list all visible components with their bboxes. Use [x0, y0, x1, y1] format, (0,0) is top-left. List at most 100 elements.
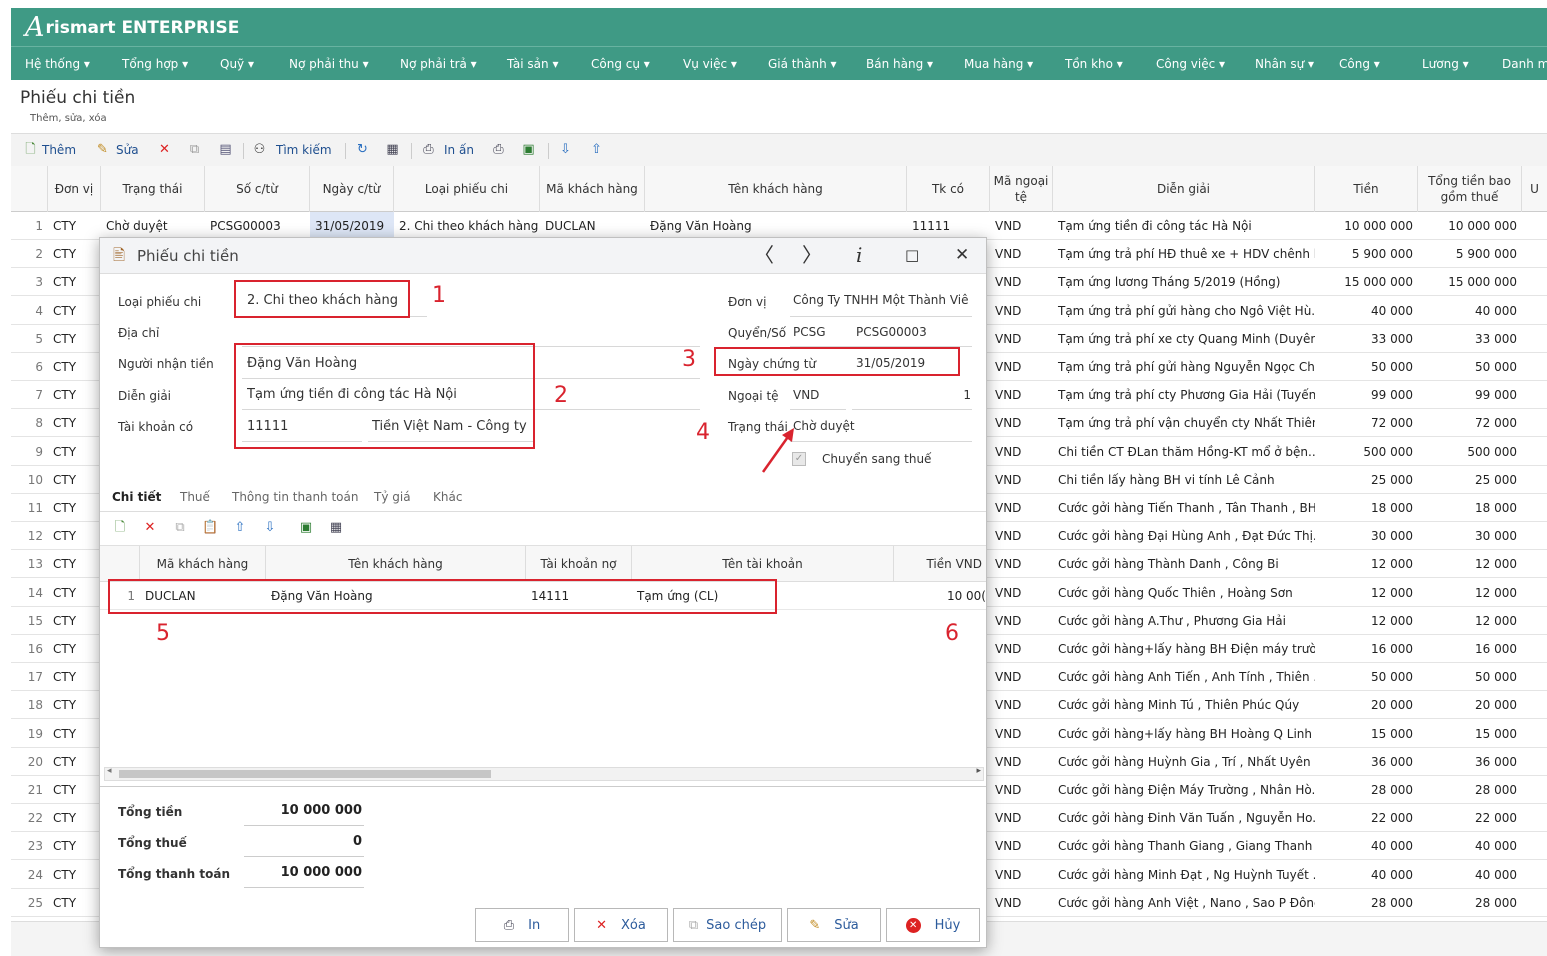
tong-thue-label: Tổng thuế [118, 836, 187, 850]
col-ten-khach-hang[interactable]: Tên khách hàng [645, 166, 907, 212]
menu-ton-kho[interactable]: Tồn kho ▾ [1065, 57, 1123, 71]
search-button[interactable]: Tìm kiếm [276, 143, 332, 157]
copy-row-icon[interactable]: ⧉ [172, 520, 188, 536]
menu-gia-thanh[interactable]: Giá thành ▾ [768, 57, 837, 71]
paste-icon[interactable]: 📋 [202, 520, 218, 536]
col-dien-giai[interactable]: Diễn giải [1053, 166, 1315, 212]
add-button[interactable]: Thêm [42, 143, 76, 157]
col-trang-thai[interactable]: Trạng thái [101, 166, 205, 212]
quyen-field[interactable]: PCSG [793, 325, 843, 339]
move-up-icon[interactable]: ⇧ [232, 520, 248, 536]
copy-dialog-button[interactable]: ⧉ Sao chép [673, 908, 782, 942]
scrollbar-thumb[interactable] [119, 770, 491, 778]
cell-tien: 12 000 [1371, 585, 1413, 600]
scroll-right-icon[interactable]: ▸ [976, 766, 981, 776]
col-so-ctu[interactable]: Số c/từ [205, 166, 310, 212]
add-row-icon[interactable]: 🗋 [112, 520, 128, 536]
print-dialog-button[interactable]: ⎙ In [475, 908, 569, 942]
detail-col-tk-no[interactable]: Tài khoản nợ [526, 546, 632, 582]
detail-col-ma-kh[interactable]: Mã khách hàng [140, 546, 266, 582]
refresh-icon[interactable]: ↻ [355, 142, 370, 157]
scroll-left-icon[interactable]: ◂ [107, 766, 112, 776]
menu-vu-viec[interactable]: Vụ việc ▾ [683, 57, 737, 71]
ty-gia-field[interactable]: 1 [955, 388, 971, 402]
tab-thue[interactable]: Thuế [180, 490, 210, 504]
detail-col-ten-kh[interactable]: Tên khách hàng [266, 546, 526, 582]
annotation-box-5 [108, 579, 777, 614]
excel-icon[interactable]: ▣ [521, 142, 536, 157]
col-loai-phieu-chi[interactable]: Loại phiếu chi [394, 166, 540, 212]
menu-cong-cu[interactable]: Công cụ ▾ [591, 57, 650, 71]
detail-col-tien-vnd[interactable]: Tiền VND [894, 546, 986, 582]
menu-tai-san[interactable]: Tài sản ▾ [507, 57, 558, 71]
menu-ban-hang[interactable]: Bán hàng ▾ [866, 57, 933, 71]
menu-tong-hop[interactable]: Tổng hợp ▾ [122, 57, 188, 71]
tab-chi-tiet[interactable]: Chi tiết [112, 490, 161, 504]
delete-dialog-button[interactable]: ✕ Xóa [574, 908, 668, 942]
col-don-vi[interactable]: Đơn vị [48, 166, 101, 212]
menu-quy[interactable]: Quỹ ▾ [220, 57, 254, 71]
info-icon[interactable]: i [856, 243, 862, 267]
menu-no-phai-thu[interactable]: Nợ phải thu ▾ [289, 57, 369, 71]
col-ma-khach-hang[interactable]: Mã khách hàng [540, 166, 645, 212]
menu-nhan-su[interactable]: Nhân sự ▾ [1255, 57, 1314, 71]
menu-he-thong[interactable]: Hệ thống ▾ [25, 57, 90, 71]
col-tk-co[interactable]: Tk có [907, 166, 990, 212]
menu-danh-muc[interactable]: Danh m [1502, 57, 1547, 71]
detail-tien-vnd[interactable]: 10 00( [938, 582, 986, 610]
copy-icon[interactable]: ⧉ [187, 142, 202, 157]
print-preview-icon[interactable]: ▦ [385, 142, 400, 157]
print-multi-icon[interactable]: ⎙ [491, 142, 506, 157]
menu-mua-hang[interactable]: Mua hàng ▾ [964, 57, 1033, 71]
detail-col-ten-tk[interactable]: Tên tài khoản [632, 546, 894, 582]
col-ma-ngoai-te[interactable]: Mã ngoại tệ [990, 166, 1053, 212]
add-doc-icon[interactable]: 🗋 [23, 142, 38, 157]
col-tien[interactable]: Tiền [1315, 166, 1418, 212]
tab-khac[interactable]: Khác [433, 490, 462, 504]
delete-row-icon[interactable]: ✕ [142, 520, 158, 536]
edit-button[interactable]: Sửa [116, 143, 139, 157]
ngoai-te-field[interactable]: VND [793, 388, 843, 402]
next-record-icon[interactable]: 〉 [802, 243, 822, 267]
printer-icon[interactable]: ⎙ [421, 142, 436, 157]
close-icon[interactable]: ✕ [955, 243, 969, 267]
detail-scrollbar[interactable]: ◂ ▸ [104, 766, 984, 781]
document-icon[interactable]: ▤ [218, 142, 233, 157]
cell-ma-ngoai-te: VND [995, 642, 1022, 656]
maximize-icon[interactable]: □ [905, 243, 919, 267]
table-row[interactable]: 1 CTY Chờ duyệt PCSG00003 31/05/2019 2. Chi t… [11, 212, 1547, 240]
menu-no-phai-tra[interactable]: Nợ phải trả ▾ [400, 57, 477, 71]
edit-dialog-button[interactable]: ✎ Sửa [787, 908, 881, 942]
cell-dien-giai: Cước gởi hàng+lấy hàng BH Hoàng Q Linh .… [1058, 726, 1315, 741]
menu-luong[interactable]: Lương ▾ [1422, 57, 1469, 71]
row-number: 1 [35, 219, 43, 233]
cancel-dialog-button[interactable]: ✕ Hủy [886, 908, 980, 942]
don-vi-field[interactable]: Công Ty TNHH Một Thành Viê [793, 293, 971, 307]
col-u[interactable]: U [1522, 166, 1547, 212]
tab-thong-tin-thanh-toan[interactable]: Thông tin thanh toán [232, 490, 358, 504]
cell-don-vi: CTY [53, 501, 77, 515]
print-button[interactable]: In ấn [444, 143, 474, 157]
so-field[interactable]: PCSG00003 [856, 325, 966, 339]
prev-record-icon[interactable]: 〈 [754, 243, 774, 267]
excel-icon[interactable]: ▣ [298, 520, 314, 536]
binoculars-icon[interactable]: ⚇ [252, 142, 267, 157]
delete-icon[interactable]: ✕ [157, 142, 172, 157]
print-preview-icon[interactable]: ▦ [328, 520, 344, 536]
app-logo[interactable]: Arismart ENTERPRISE [25, 12, 239, 43]
col-ngay-ctu[interactable]: Ngày c/từ [310, 166, 394, 212]
cell-dien-giai: Tạm ứng tiền đi công tác Hà Nội [1058, 219, 1252, 233]
menu-cong-viec[interactable]: Công việc ▾ [1156, 57, 1225, 71]
edit-icon[interactable]: ✎ [95, 142, 110, 157]
move-down-icon[interactable]: ⇩ [262, 520, 278, 536]
annotation-number-4: 4 [696, 420, 710, 445]
detail-toolbar: 🗋 ✕ ⧉ 📋 ⇧ ⇩ ▣ ▦ [100, 512, 986, 546]
tab-ty-gia[interactable]: Tỷ giá [374, 490, 411, 504]
arrow-down-icon[interactable]: ⇩ [558, 142, 573, 157]
col-tong-tien[interactable]: Tổng tiền bao gồm thuế [1418, 166, 1522, 212]
menu-cong[interactable]: Công ▾ [1339, 57, 1380, 71]
trang-thai-field[interactable]: Chờ duyệt [793, 419, 863, 433]
field-underline [790, 441, 972, 442]
arrow-up-icon[interactable]: ⇧ [589, 142, 604, 157]
col-rownum [11, 166, 48, 212]
